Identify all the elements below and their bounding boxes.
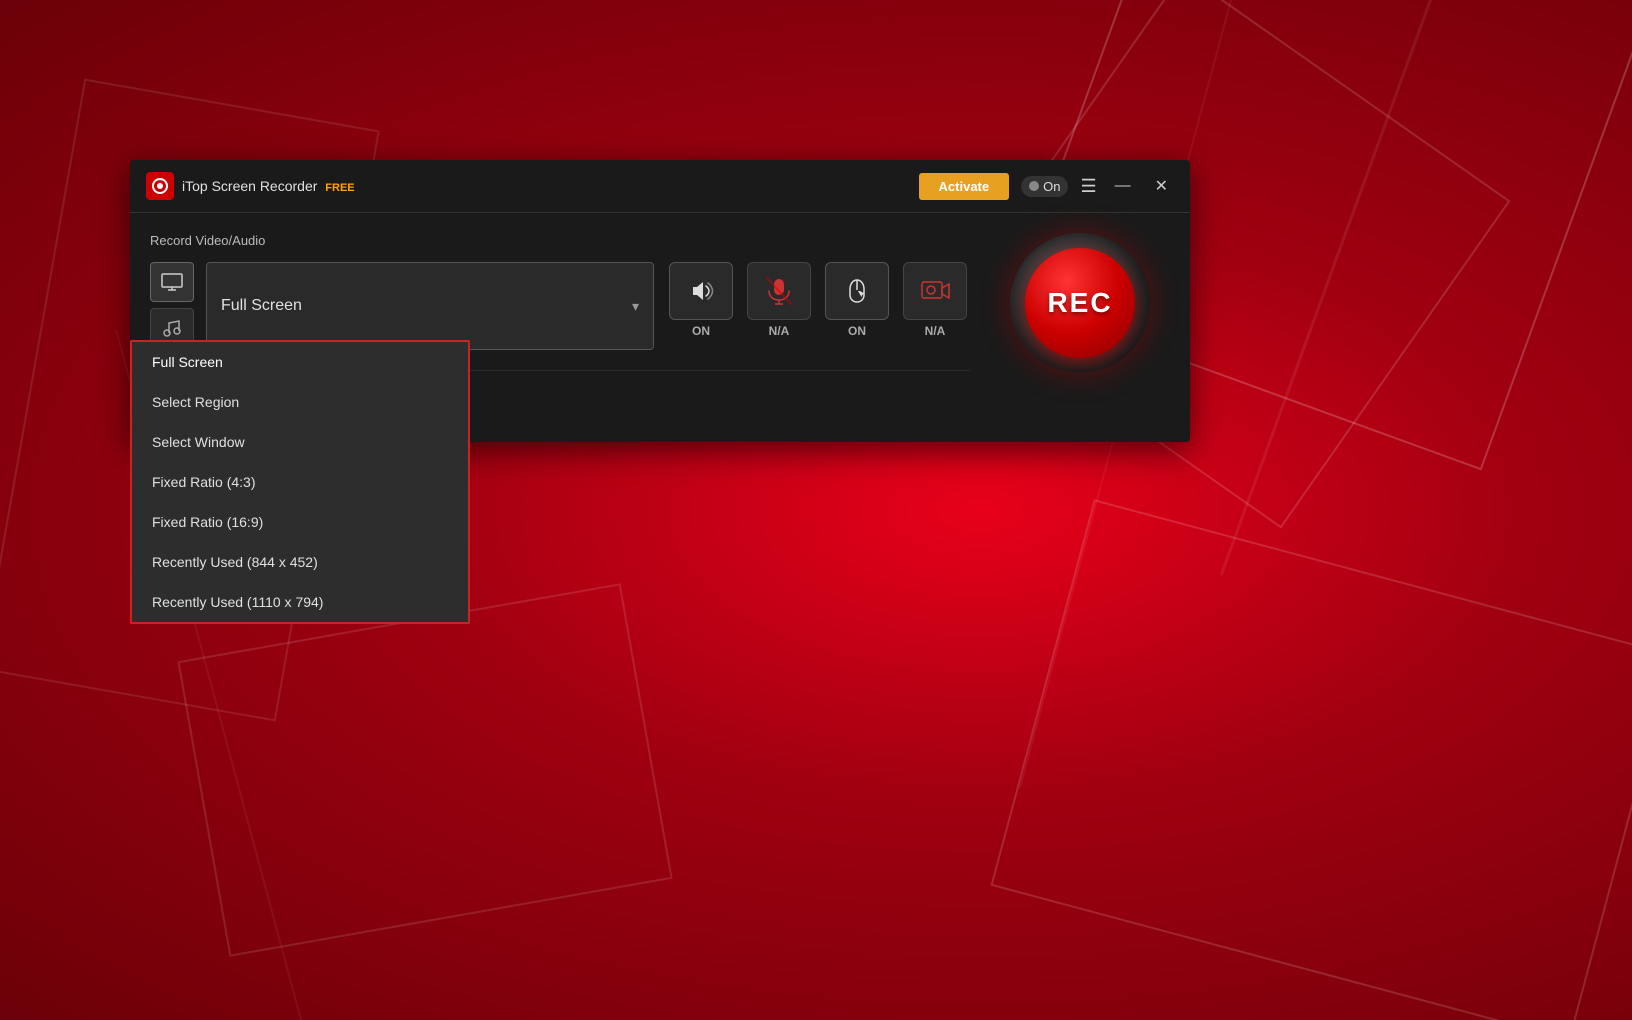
app-title: iTop Screen Recorder FREE — [182, 178, 911, 194]
dropdown-menu-item-6[interactable]: Recently Used (1110 x 794) — [132, 582, 468, 622]
activate-button[interactable]: Activate — [919, 173, 1010, 200]
rec-button[interactable]: REC — [1025, 248, 1135, 358]
app-logo — [146, 172, 174, 200]
title-bar: iTop Screen Recorder FREE Activate On ☰ … — [130, 160, 1190, 213]
mic-label: N/A — [769, 324, 790, 338]
hamburger-menu-icon[interactable]: ☰ — [1080, 176, 1096, 197]
dropdown-menu-item-1[interactable]: Select Region — [132, 382, 468, 422]
dropdown-menu-item-2[interactable]: Select Window — [132, 422, 468, 462]
bg-shape-3 — [990, 499, 1632, 1020]
dropdown-menu-item-3[interactable]: Fixed Ratio (4:3) — [132, 462, 468, 502]
screen-dropdown-menu: Full ScreenSelect RegionSelect WindowFix… — [130, 340, 470, 624]
mic-control: N/A — [744, 262, 814, 350]
mouse-control: ON — [822, 262, 892, 350]
webcam-button[interactable] — [903, 262, 967, 320]
title-bar-controls: Activate On ☰ — ✕ — [919, 173, 1174, 200]
screen-select-dropdown[interactable]: Full Screen ▾ — [206, 262, 654, 350]
close-button[interactable]: ✕ — [1149, 174, 1174, 198]
speaker-label: ON — [692, 324, 710, 338]
mode-icons — [150, 262, 194, 350]
rec-label: REC — [1047, 287, 1112, 319]
mic-button[interactable] — [747, 262, 811, 320]
rec-section: REC — [990, 233, 1170, 373]
dropdown-menu-item-4[interactable]: Fixed Ratio (16:9) — [132, 502, 468, 542]
on-dot — [1029, 181, 1039, 191]
screen-mode-button[interactable] — [150, 262, 194, 302]
section-label: Record Video/Audio — [150, 233, 970, 248]
mouse-label: ON — [848, 324, 866, 338]
mouse-button[interactable] — [825, 262, 889, 320]
dropdown-selected-value: Full Screen — [221, 297, 632, 315]
dropdown-menu-item-5[interactable]: Recently Used (844 x 452) — [132, 542, 468, 582]
dropdown-menu-item-0[interactable]: Full Screen — [132, 342, 468, 382]
free-badge: FREE — [325, 182, 354, 194]
dropdown-arrow-icon: ▾ — [632, 298, 639, 315]
media-controls: ON — [666, 262, 970, 350]
webcam-label: N/A — [925, 324, 946, 338]
speaker-button[interactable] — [669, 262, 733, 320]
speaker-control: ON — [666, 262, 736, 350]
rec-outer-ring: REC — [1010, 233, 1150, 373]
app-name-text: iTop Screen Recorder — [182, 178, 317, 194]
minimize-button[interactable]: — — [1109, 175, 1137, 197]
on-toggle[interactable]: On — [1021, 176, 1068, 197]
webcam-control: N/A — [900, 262, 970, 350]
on-toggle-label: On — [1043, 179, 1060, 194]
